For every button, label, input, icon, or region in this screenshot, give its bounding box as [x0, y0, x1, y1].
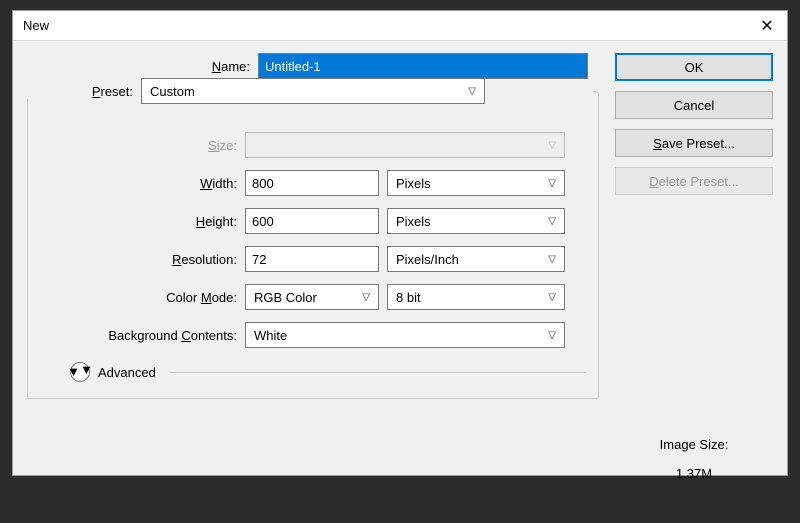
bg-contents-select[interactable]: White▽	[245, 322, 565, 348]
bg-contents-label: Background Contents:	[40, 328, 245, 343]
size-select: ▽	[245, 132, 565, 158]
height-unit-select[interactable]: Pixels▽	[387, 208, 565, 234]
resolution-label: Resolution:	[40, 252, 245, 267]
chevron-down-icon: ▽	[362, 292, 370, 303]
delete-preset-button: Delete Preset...	[615, 167, 773, 195]
height-input[interactable]	[245, 208, 379, 234]
new-document-dialog: New ✕ Name: Preset: Custom▽	[12, 10, 788, 476]
divider	[170, 372, 586, 373]
width-label: Width:	[40, 176, 245, 191]
resolution-input[interactable]	[245, 246, 379, 272]
dialog-title: New	[23, 18, 49, 33]
image-size-value: 1.37M	[615, 466, 773, 481]
chevron-down-icon: ▽	[548, 216, 556, 227]
preset-select[interactable]: Custom▽	[141, 78, 485, 104]
chevron-down-icon: ▽	[548, 292, 556, 303]
close-icon[interactable]: ✕	[757, 16, 777, 36]
image-size-label: Image Size:	[615, 437, 773, 452]
width-input[interactable]	[245, 170, 379, 196]
name-label: Name:	[27, 59, 258, 74]
name-input[interactable]	[258, 53, 588, 79]
save-preset-button[interactable]: Save Preset...	[615, 129, 773, 157]
width-unit-select[interactable]: Pixels▽	[387, 170, 565, 196]
size-label: Size:	[40, 138, 245, 153]
titlebar: New ✕	[13, 11, 787, 41]
advanced-label: Advanced	[98, 365, 156, 380]
ok-button[interactable]: OK	[615, 53, 773, 81]
chevron-down-icon: ▽	[548, 330, 556, 341]
preset-fieldset: Preset: Custom▽ Size: ▽ Wi	[27, 91, 599, 399]
preset-label: Preset:	[16, 84, 141, 99]
color-mode-label: Color Mode:	[40, 290, 245, 305]
chevron-down-icon: ▽	[548, 178, 556, 189]
color-depth-select[interactable]: 8 bit▽	[387, 284, 565, 310]
color-mode-select[interactable]: RGB Color▽	[245, 284, 379, 310]
image-size-info: Image Size: 1.37M	[615, 437, 773, 481]
advanced-toggle-icon[interactable]: ▼▼	[70, 362, 90, 382]
cancel-button[interactable]: Cancel	[615, 91, 773, 119]
height-label: Height:	[40, 214, 245, 229]
chevron-down-icon: ▽	[548, 254, 556, 265]
chevron-down-icon: ▽	[468, 86, 476, 97]
resolution-unit-select[interactable]: Pixels/Inch▽	[387, 246, 565, 272]
chevron-down-icon: ▽	[548, 140, 556, 151]
